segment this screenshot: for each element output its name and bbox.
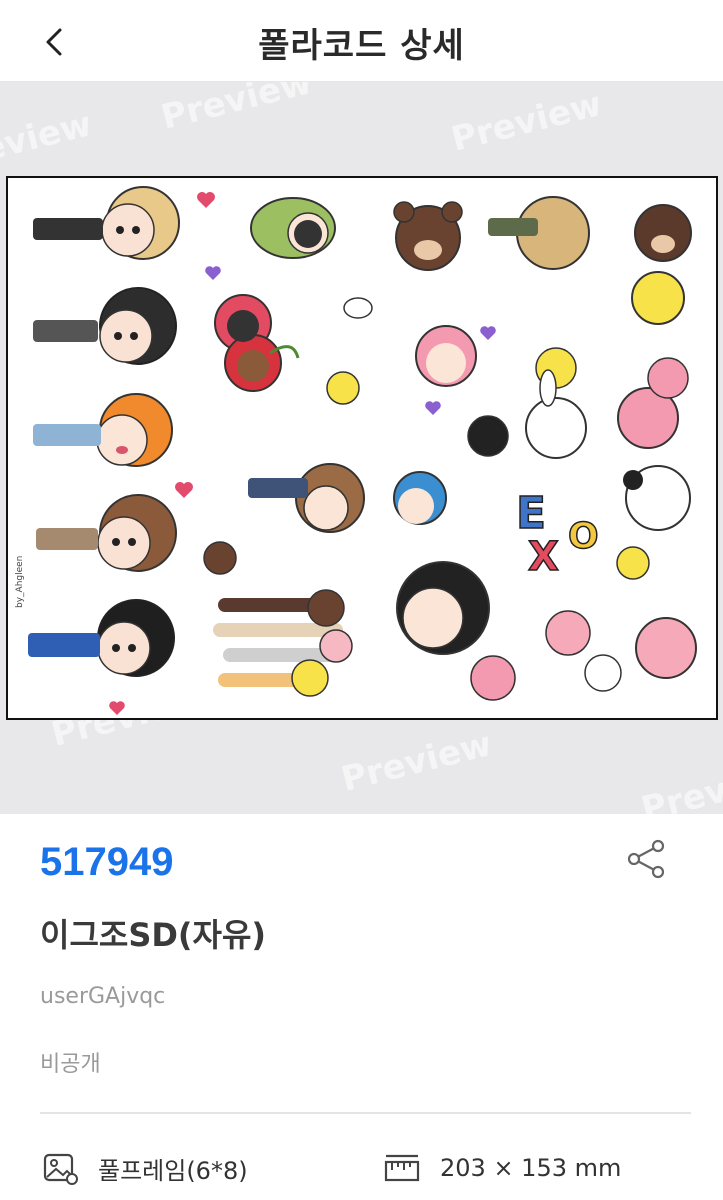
pink-bunny-character [617,357,689,449]
watermark: Preview [337,724,496,800]
size-label: 203 × 153 mm [440,1154,622,1182]
page-title: 폴라코드 상세 [258,26,465,66]
chibi-character [33,393,173,467]
share-icon [627,839,665,879]
bear-character [634,204,692,262]
exo-letter-o: O [568,516,599,557]
frame-label: 풀프레임(6*8) [98,1156,248,1185]
pink-character [470,655,516,701]
chibi-character [36,494,177,572]
blue-hat-character [393,471,447,525]
pink-bunny-character [415,325,477,387]
exo-letter-e: E [516,488,546,539]
bear-small [203,541,237,575]
chibi-character [467,415,509,457]
share-button[interactable] [624,836,670,882]
chibi-character [488,196,590,270]
chibi-character [33,287,177,365]
author-username[interactable]: userGAjvqc [40,984,165,1009]
watermark: Preview [157,82,316,138]
divider [40,1112,691,1114]
polacode-info: 517949 이그조SD(자유) userGAjvqc 비공개 풀프레임(6*8… [0,814,723,1200]
image-icon [43,1153,78,1185]
size-spec: 203 × 153 mm [384,1150,621,1186]
chibi-character [248,463,365,533]
bear-character [393,201,463,271]
white-bunny-character [623,465,691,531]
watermark: Preview [447,84,606,160]
polacode-number: 517949 [40,840,174,884]
ruler-icon [384,1154,420,1182]
polacode-name: 이그조SD(자유) [40,916,267,954]
chibi-character [33,186,180,260]
exo-letter-x: X [528,534,559,580]
group-lying-characters [213,589,353,697]
frame-spec: 풀프레임(6*8) [42,1150,248,1186]
visibility-status: 비공개 [40,1052,101,1077]
chick-character [326,371,360,405]
top-app-bar: 폴라코드 상세 [0,0,723,82]
polacode-preview: Preview Preview Preview Preview Preview … [0,82,723,814]
bunny-character [343,297,373,319]
chibi-character [396,561,490,655]
sticker-sheet-image[interactable]: by_Ahgleen E X O [6,176,718,720]
watermark: Preview [637,754,723,814]
cherry-characters [214,294,300,392]
white-bunny-character [525,369,587,459]
watermark: Preview [0,104,96,180]
chibi-character [28,599,175,677]
peach-characters [545,546,697,692]
dino-character [250,197,336,259]
artist-signature: by_Ahgleen [15,556,25,608]
